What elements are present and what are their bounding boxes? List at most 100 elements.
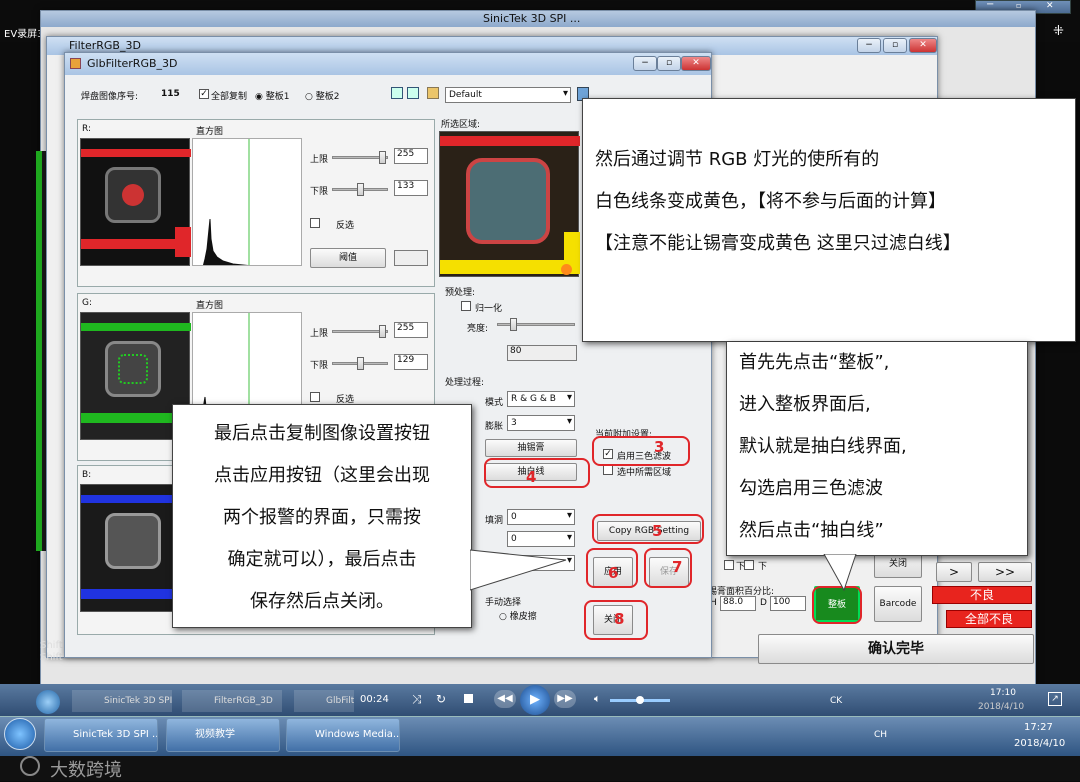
g-lower-field[interactable]: 129 xyxy=(394,354,428,370)
preset-dropdown[interactable]: Default xyxy=(445,87,571,103)
brightness-thumb[interactable] xyxy=(510,318,517,331)
taskbar-lang[interactable]: CH xyxy=(874,730,887,740)
taskbar-item-spi[interactable]: SinicTek 3D SPI ... xyxy=(44,718,158,752)
brightness-label: 亮度: xyxy=(467,324,489,334)
g-lower-thumb[interactable] xyxy=(357,357,364,370)
mp-time: 00:24 xyxy=(360,694,389,705)
region-cursor xyxy=(561,264,572,275)
step-3: 3 xyxy=(654,438,665,456)
mp-task-3[interactable]: GlbFilterRGB... xyxy=(294,690,354,712)
d-value-field[interactable]: 100 xyxy=(770,596,806,611)
minimize-icon[interactable]: − xyxy=(986,0,994,10)
r-lower-thumb[interactable] xyxy=(357,183,364,196)
play-icon[interactable]: ▶ xyxy=(520,685,550,715)
dilate-dropdown[interactable]: 3 xyxy=(507,415,575,431)
repeat-icon[interactable]: ↻ xyxy=(436,692,446,706)
g-upper-slider[interactable] xyxy=(332,325,388,338)
confirm-button[interactable]: 确认完毕 xyxy=(758,634,1034,664)
mp-task-2-label: FilterRGB_3D xyxy=(214,696,273,706)
r-upper-field[interactable]: 255 xyxy=(394,148,428,164)
shuffle-icon[interactable]: ⤨ xyxy=(412,692,422,707)
callout-top-line-3: 【注意不能让锡膏变成黄色 这里只过滤白线】 xyxy=(595,233,961,254)
filter-minimize-button[interactable]: − xyxy=(857,38,881,53)
grid-icon[interactable]: ⁜ xyxy=(1053,24,1064,39)
radio-board1[interactable]: ◉ 整板1 xyxy=(255,89,289,102)
volume-icon[interactable]: 🔈︎ xyxy=(594,692,601,706)
r-upper-thumb[interactable] xyxy=(379,151,386,164)
mp-task-2[interactable]: FilterRGB_3D xyxy=(182,690,282,712)
next-icon[interactable]: ▶▶ xyxy=(554,690,576,708)
normalize-checkbox[interactable] xyxy=(461,301,471,311)
down-checkbox[interactable] xyxy=(744,560,754,570)
region-yellow-bottom xyxy=(440,260,580,274)
bad-button[interactable]: 不良 xyxy=(932,586,1032,604)
region-pad xyxy=(466,158,550,244)
glb-minimize-button[interactable]: − xyxy=(633,56,657,71)
erase-radio[interactable]: ○ 橡皮擦 xyxy=(499,609,537,622)
step-4: 4 xyxy=(526,468,537,486)
select-region-checkbox[interactable] xyxy=(603,465,613,475)
mode-dropdown[interactable]: R & G & B xyxy=(507,391,575,407)
taskbar-clock-date: 2018/4/10 xyxy=(1014,738,1066,749)
taskbar-item-spi-label: SinicTek 3D SPI ... xyxy=(73,729,158,740)
windows-taskbar xyxy=(0,716,1080,756)
taskbar-item-video-label: 视频教学 xyxy=(195,729,235,740)
nav-last-button[interactable]: >> xyxy=(978,562,1032,582)
r-invert-label: 反选 xyxy=(336,221,355,231)
g-upper-thumb[interactable] xyxy=(379,325,386,338)
glb-maximize-button[interactable]: ▫ xyxy=(657,56,681,71)
copy-all-label: 全部复制 xyxy=(211,92,248,102)
r-upper-slider[interactable] xyxy=(332,151,388,164)
select-region-label: 选中所需区域 xyxy=(617,468,672,478)
threshold-field[interactable] xyxy=(394,250,428,266)
toolbar-icon-1[interactable] xyxy=(391,87,403,99)
radio-board2-label: 整板2 xyxy=(315,92,340,102)
mode-label: 模式 xyxy=(485,398,504,408)
h-value-field[interactable]: 88.0 xyxy=(720,596,756,611)
copy-all-checkbox[interactable]: ✓ xyxy=(199,89,209,99)
g-invert-checkbox[interactable] xyxy=(310,392,320,402)
r-mask-right xyxy=(175,227,191,257)
fullscreen-icon[interactable]: ↗ xyxy=(1048,692,1062,706)
filter-maximize-button[interactable]: ▫ xyxy=(883,38,907,53)
mp-task-1[interactable]: SinicTek 3D SPI ... xyxy=(72,690,172,712)
volume-slider[interactable] xyxy=(610,696,670,704)
fill-dropdown[interactable]: 0 xyxy=(507,509,575,525)
glb-close-button[interactable]: ✕ xyxy=(681,56,711,71)
taskbar-item-media-label: Windows Media... xyxy=(315,729,400,740)
all-bad-button[interactable]: 全部不良 xyxy=(946,610,1032,628)
volume-thumb[interactable] xyxy=(636,696,644,704)
threshold-button[interactable]: 阈值 xyxy=(310,248,386,268)
start-button[interactable] xyxy=(4,718,36,750)
extract-paste-button[interactable]: 抽锡膏 xyxy=(485,439,577,457)
maximize-icon[interactable]: ▫ xyxy=(1016,1,1021,10)
fill-label: 填洞 xyxy=(485,516,504,526)
callout-bottom-pointer xyxy=(470,549,567,591)
taskbar-item-media[interactable]: Windows Media... xyxy=(286,718,400,752)
app-icon xyxy=(70,58,81,69)
mp-clock-date: 2018/4/10 xyxy=(978,702,1025,712)
dilate-label: 膨胀 xyxy=(485,422,504,432)
r-lower-field[interactable]: 133 xyxy=(394,180,428,196)
filter-close-button[interactable]: ✕ xyxy=(909,38,937,53)
r-invert-checkbox[interactable] xyxy=(310,218,320,228)
r-lower-slider[interactable] xyxy=(332,183,388,196)
mark-extract-white xyxy=(484,458,590,488)
normalize-label: 归一化 xyxy=(475,304,503,314)
nav-next-button[interactable]: > xyxy=(936,562,972,582)
radio-board2[interactable]: ○ 整板2 xyxy=(305,89,339,102)
taskbar-item-video[interactable]: 视频教学 xyxy=(166,718,280,752)
brightness-slider[interactable] xyxy=(497,318,575,331)
close-icon[interactable]: ✕ xyxy=(1046,1,1054,11)
g-lower-slider[interactable] xyxy=(332,357,388,370)
mp-start-orb[interactable] xyxy=(36,690,60,714)
brightness-field[interactable]: 80 xyxy=(507,345,577,361)
folder-icon[interactable] xyxy=(427,87,439,99)
toolbar-icon-2[interactable] xyxy=(407,87,419,99)
stop-icon[interactable] xyxy=(464,694,473,703)
previous-icon[interactable]: ◀◀ xyxy=(494,690,516,708)
down-left-checkbox[interactable] xyxy=(724,560,734,570)
g-upper-field[interactable]: 255 xyxy=(394,322,428,338)
barcode-button[interactable]: Barcode xyxy=(874,586,922,622)
step-7: 7 xyxy=(672,558,683,576)
